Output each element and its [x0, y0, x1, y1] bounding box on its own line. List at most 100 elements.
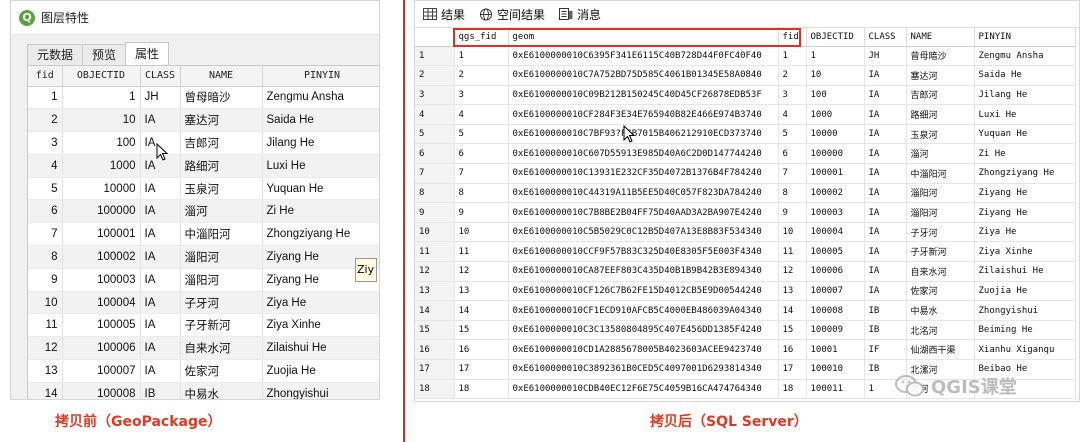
table-cell[interactable]: 12 — [28, 336, 63, 361]
table-cell[interactable]: 2 — [778, 65, 807, 86]
table-cell[interactable]: 16 — [778, 339, 807, 360]
table-cell[interactable]: 6 — [28, 199, 63, 224]
table-cell[interactable]: 4 — [28, 154, 63, 178]
table-cell[interactable]: 吉郎河 — [906, 85, 975, 106]
table-cell[interactable]: 10 — [62, 108, 141, 133]
table-cell[interactable]: 中淄阳河 — [906, 163, 975, 184]
table-cell[interactable]: 100006 — [806, 261, 865, 282]
column-header-qgs-fid[interactable]: qgs_fid — [454, 28, 509, 47]
table-cell[interactable]: 2 — [454, 65, 509, 86]
table-row[interactable]: 13 13 0xE6100000010CF126C7B62FE15D4012CB5E… — [415, 281, 1076, 302]
table-row[interactable]: 9 100003 IA 淄阳河 Ziyang He — [28, 268, 379, 292]
table-cell[interactable]: 100008 — [806, 300, 865, 321]
tab-metadata[interactable]: 元数据 — [27, 44, 84, 65]
table-cell[interactable]: Zi He — [974, 143, 1076, 165]
column-header-geom[interactable]: geom — [508, 28, 779, 47]
row-number[interactable]: 18 — [415, 379, 455, 400]
row-number[interactable]: 8 — [415, 183, 455, 204]
row-number[interactable]: 16 — [415, 339, 455, 360]
table-cell[interactable]: 9 — [454, 202, 509, 223]
table-cell[interactable]: Yuquan He — [974, 124, 1076, 145]
table-cell[interactable]: 1 — [454, 46, 509, 67]
table-row[interactable]: 12 100006 IA 自来水河 Zilaishui He — [28, 336, 379, 361]
table-cell[interactable]: 3 — [28, 131, 63, 155]
table-cell[interactable]: IA — [864, 222, 907, 243]
table-cell[interactable]: 0xE6100000010C7BF93?FCB7015B406212910ECD… — [508, 124, 779, 145]
table-cell[interactable]: 淄阳河 — [906, 183, 975, 204]
table-cell[interactable]: 路细河 — [906, 104, 975, 125]
table-row[interactable]: 10 100004 IA 子牙河 Ziya He — [28, 291, 379, 315]
table-cell[interactable]: IA — [864, 124, 907, 145]
table-cell[interactable]: 玉泉河 — [180, 177, 263, 201]
table-row[interactable]: 5 10000 IA 玉泉河 Yuquan He — [28, 177, 379, 201]
table-cell[interactable]: 4 — [454, 104, 509, 125]
table-cell[interactable]: IA — [864, 163, 907, 184]
table-cell[interactable]: 5 — [28, 177, 63, 201]
table-cell[interactable]: 100005 — [806, 241, 865, 263]
table-cell[interactable]: 0xE6100000010C7B8BE2B04FF75D40AAD3A2BA90… — [508, 202, 779, 223]
table-cell[interactable]: 1 — [62, 86, 141, 110]
table-row[interactable]: 1 1 0xE6100000010C6395F341E6115C40B728D44F… — [415, 46, 1076, 67]
table-cell[interactable]: IA — [864, 202, 907, 223]
table-cell[interactable]: 5 — [778, 124, 807, 145]
table-row[interactable]: 11 100005 IA 子牙新河 Ziya Xinhe — [28, 313, 379, 338]
row-number[interactable]: 5 — [415, 124, 455, 145]
table-row[interactable]: 7 100001 IA 中淄阳河 Zhongziyang He — [28, 222, 379, 247]
row-number[interactable]: 1 — [415, 46, 455, 67]
table-cell[interactable]: IA — [864, 261, 907, 282]
table-row[interactable]: 13 100007 IA 佐家河 Zuojia He — [28, 359, 379, 383]
table-row[interactable]: 3 100 IA 吉郎河 Jilang He — [28, 131, 379, 155]
table-cell[interactable]: 8 — [454, 183, 509, 204]
table-cell[interactable]: 16 — [454, 339, 509, 360]
table-cell[interactable]: 0xE6100000010C6395F341E6115C40B728D44F0F… — [508, 46, 779, 67]
table-row[interactable]: 14 100008 IB 中易水 Zhongyishui — [28, 382, 379, 399]
table-cell[interactable]: IA — [140, 291, 181, 315]
table-cell[interactable]: 子牙河 — [180, 291, 263, 315]
table-cell[interactable]: 100003 — [62, 268, 141, 292]
table-cell[interactable]: 10 — [28, 291, 63, 315]
table-cell[interactable]: 100007 — [62, 359, 141, 383]
table-cell[interactable]: Ziyang He — [974, 183, 1076, 204]
table-cell[interactable]: Ziya He — [974, 222, 1076, 243]
table-cell[interactable]: 10000 — [62, 177, 141, 201]
table-cell[interactable]: Luxi He — [974, 104, 1076, 125]
table-cell[interactable]: IA — [140, 108, 181, 133]
row-number[interactable]: 9 — [415, 202, 455, 223]
column-header-fid[interactable]: fid — [28, 66, 63, 87]
row-number[interactable]: 17 — [415, 359, 455, 380]
table-cell[interactable]: 0xE6100000010C7A752BD75D585C4061B01345E5… — [508, 65, 779, 86]
table-cell[interactable]: IB — [140, 382, 181, 399]
table-cell[interactable]: 路细河 — [180, 154, 263, 178]
table-cell[interactable]: Luxi He — [262, 154, 379, 178]
table-cell[interactable]: 14 — [778, 300, 807, 321]
table-cell[interactable]: 3 — [778, 85, 807, 106]
tab-messages[interactable]: 消息 — [559, 6, 601, 23]
column-header-rownum[interactable] — [415, 28, 455, 47]
attribute-table[interactable]: fid OBJECTID CLASS NAME PINYIN 1 1 JH 曾母暗沙 Zengm… — [27, 65, 379, 399]
table-cell[interactable]: Yuquan He — [262, 177, 379, 201]
table-cell[interactable]: 9 — [28, 268, 63, 292]
table-cell[interactable]: Zhongziyang He — [262, 222, 379, 247]
table-cell[interactable]: Saida He — [262, 108, 379, 133]
table-cell[interactable]: 4 — [778, 104, 807, 125]
table-cell[interactable]: 0xE6100000010CD1A2885678005B4023603ACEE9… — [508, 339, 779, 360]
query-results-grid[interactable]: qgs_fid geom fid OBJECTID CLASS NAME PINYIN 11… — [415, 28, 1079, 401]
table-cell[interactable]: 12 — [778, 261, 807, 282]
column-header-pinyin[interactable]: PINYIN — [262, 66, 379, 87]
row-number[interactable]: 2 — [415, 65, 455, 86]
table-row[interactable]: 6 100000 IA 淄河 Zi He — [28, 199, 379, 224]
table-row[interactable]: 11 11 0xE6100000010CCF9F57B83C325D40E8305F… — [415, 241, 1076, 263]
table-cell[interactable]: 10001 — [806, 339, 865, 360]
table-cell[interactable]: 100011 — [806, 379, 865, 400]
table-cell[interactable]: 13 — [28, 359, 63, 383]
table-cell[interactable]: IA — [140, 336, 181, 361]
table-cell[interactable]: 6 — [454, 143, 509, 165]
table-row[interactable]: 4 4 0xE6100000010CF284F3E34E765940B82E466E… — [415, 104, 1076, 125]
row-number[interactable]: 3 — [415, 85, 455, 106]
table-cell[interactable]: IA — [140, 199, 181, 224]
row-number[interactable]: 15 — [415, 320, 455, 341]
table-row[interactable]: 16 16 0xE6100000010CD1A2885678005B4023603A… — [415, 339, 1076, 360]
table-cell[interactable]: 0xE6100000010CCF9F57B83C325D40E8305F5E00… — [508, 241, 779, 263]
row-number[interactable]: 10 — [415, 222, 455, 243]
column-header-name[interactable]: NAME — [180, 66, 263, 87]
